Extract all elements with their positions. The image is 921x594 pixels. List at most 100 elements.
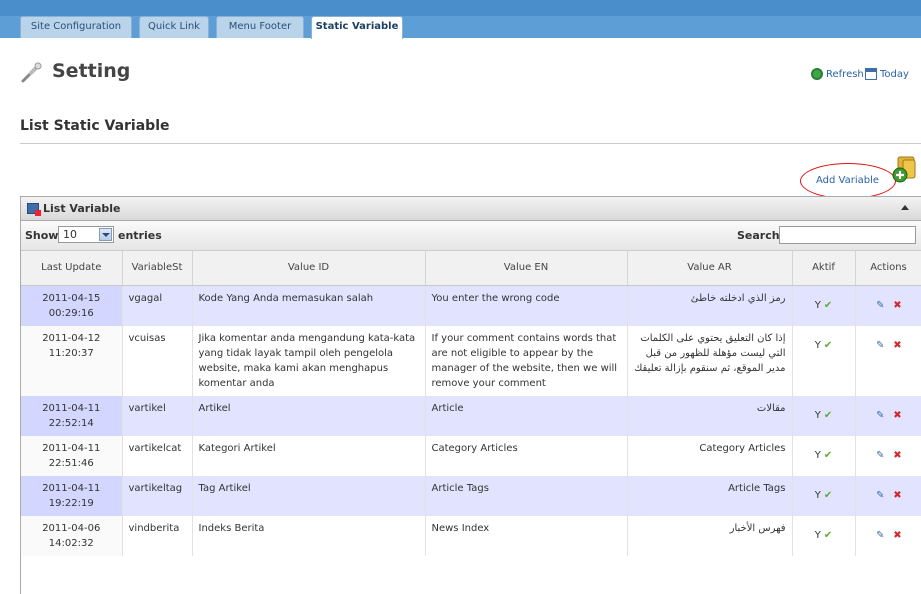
delete-x-icon[interactable]: ✖ [893,298,901,313]
entries-label: entries [118,229,162,242]
cell-variable: vcuisas [122,325,193,396]
entries-value: 10 [63,228,77,241]
edit-pencil-icon[interactable]: ✎ [875,298,885,311]
cell-value-ar: رمز الذي ادخلته خاطئ [627,285,793,326]
aktif-value: Y [814,449,821,461]
edit-pencil-icon[interactable]: ✎ [875,528,885,541]
divider [20,143,921,144]
cell-value-en: Category Articles [425,435,628,476]
top-strip [0,0,921,16]
cell-value-id: Kode Yang Anda memasukan salah [192,285,426,326]
cell-actions: ✎ ✖ [855,285,921,326]
cell-value-id: Artikel [192,395,426,436]
search-input[interactable] [779,226,916,244]
cell-value-ar: فهرس الأخبار [627,515,793,556]
check-icon: ✔ [823,449,833,461]
tab-bar: Site Configuration Quick Link Menu Foote… [0,0,921,39]
cell-value-en: Article Tags [425,475,628,516]
cell-aktif: Y ✔ [792,325,856,396]
cell-last-update: 2011-04-11 22:52:14 [21,395,123,436]
table-header-row: Last Update VariableSt Value ID Value EN… [21,251,921,286]
check-icon: ✔ [823,529,833,541]
cell-last-update: 2011-04-11 22:51:46 [21,435,123,476]
today-label: Today [880,68,909,80]
list-variable-panel: List Variable Show 10 entries Search: La… [20,196,921,594]
panel-title: List Variable [43,202,121,215]
tab-quick-link[interactable]: Quick Link [139,16,209,38]
table-row: 2011-04-11 22:51:46 vartikelcat Kategori A… [21,435,921,476]
cell-last-update: 2011-04-06 14:02:32 [21,515,123,556]
aktif-value: Y [814,299,821,311]
cell-value-en: You enter the wrong code [425,285,628,326]
cell-variable: vartikelcat [122,435,193,476]
table-row: 2011-04-11 22:52:14 vartikel Artikel Articl… [21,395,921,436]
collapse-arrow-icon[interactable] [901,205,909,210]
cell-value-id: Kategori Artikel [192,435,426,476]
col-variable[interactable]: VariableSt [122,251,193,286]
edit-pencil-icon[interactable]: ✎ [875,338,885,351]
panel-header: List Variable [21,197,921,221]
check-icon: ✔ [823,409,833,421]
cell-value-id: Tag Artikel [192,475,426,516]
cell-value-ar: Article Tags [627,475,793,516]
aktif-value: Y [814,489,821,501]
check-icon: ✔ [823,489,833,501]
delete-x-icon[interactable]: ✖ [893,338,901,353]
refresh-icon [811,68,823,80]
chevron-down-icon [99,228,112,241]
check-icon: ✔ [823,339,833,351]
aktif-value: Y [814,409,821,421]
col-actions: Actions [855,251,921,286]
cell-actions: ✎ ✖ [855,325,921,396]
cell-aktif: Y ✔ [792,475,856,516]
tab-menu-footer[interactable]: Menu Footer [216,16,304,38]
table-row: 2011-04-06 14:02:32 vindberita Indeks Beri… [21,515,921,556]
cell-actions: ✎ ✖ [855,435,921,476]
edit-pencil-icon[interactable]: ✎ [875,408,885,421]
col-value-id[interactable]: Value ID [192,251,426,286]
tab-site-configuration[interactable]: Site Configuration [20,16,132,38]
section-title: List Static Variable [20,118,170,134]
col-aktif[interactable]: Aktif [792,251,856,286]
tab-static-variable[interactable]: Static Variable [311,16,403,39]
cell-variable: vindberita [122,515,193,556]
cell-value-en: If your comment contains words that are … [425,325,628,396]
table-row: 2011-04-11 19:22:19 vartikeltag Tag Artike… [21,475,921,516]
col-value-en[interactable]: Value EN [425,251,628,286]
delete-x-icon[interactable]: ✖ [893,528,901,543]
cell-variable: vartikel [122,395,193,436]
search-label: Search: [737,229,784,242]
refresh-button[interactable]: Refresh [811,68,864,80]
cell-last-update: 2011-04-15 00:29:16 [21,285,123,326]
delete-x-icon[interactable]: ✖ [893,408,901,423]
delete-x-icon[interactable]: ✖ [893,448,901,463]
refresh-label: Refresh [826,68,864,80]
show-label: Show [25,229,59,242]
today-button[interactable]: Today [865,68,909,80]
cell-aktif: Y ✔ [792,515,856,556]
wrench-icon [21,62,42,83]
edit-pencil-icon[interactable]: ✎ [875,448,885,461]
cell-value-en: News Index [425,515,628,556]
cell-value-id: Jika komentar anda mengandung kata-kata … [192,325,426,396]
entries-select[interactable]: 10 [58,226,114,243]
calendar-icon [865,68,877,80]
cell-value-ar: إذا كان التعليق يحتوي على الكلمات التي ل… [627,325,793,396]
cell-variable: vgagal [122,285,193,326]
cell-actions: ✎ ✖ [855,395,921,436]
cell-last-update: 2011-04-12 11:20:37 [21,325,123,396]
add-variable-link[interactable]: Add Variable [816,175,879,186]
edit-pencil-icon[interactable]: ✎ [875,488,885,501]
col-value-ar[interactable]: Value AR [627,251,793,286]
cell-variable: vartikeltag [122,475,193,516]
variables-table: Last Update VariableSt Value ID Value EN… [21,251,921,556]
col-last-update[interactable]: Last Update [21,251,123,286]
table-row: 2011-04-12 11:20:37 vcuisas Jika komentar … [21,325,921,396]
delete-x-icon[interactable]: ✖ [893,488,901,503]
cell-value-ar: مقالات [627,395,793,436]
aktif-value: Y [814,339,821,351]
cell-actions: ✎ ✖ [855,515,921,556]
table-toolbar: Show 10 entries Search: [21,221,921,251]
add-folder-icon[interactable] [890,155,920,185]
list-icon [27,203,41,216]
